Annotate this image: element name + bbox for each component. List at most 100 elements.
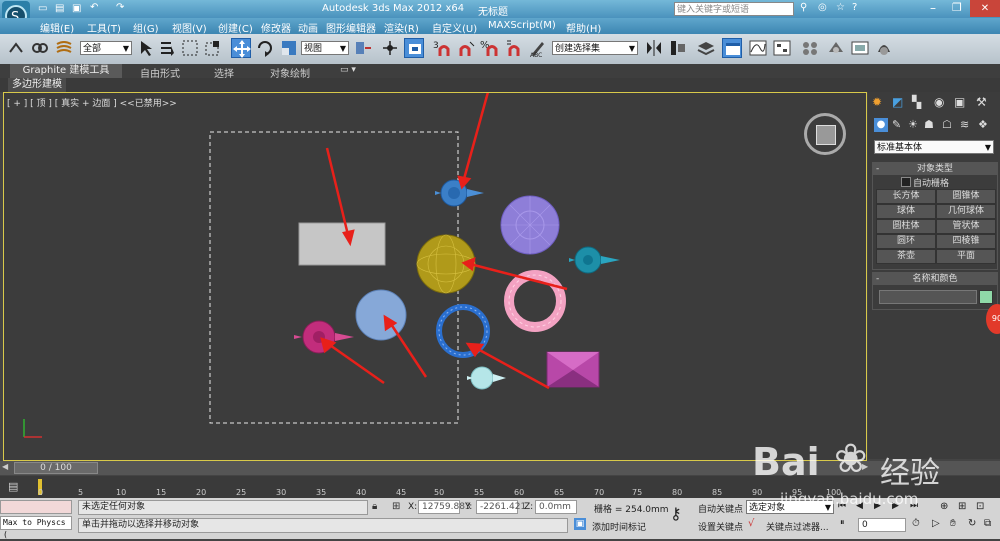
pan-view-icon[interactable]: ✋︎: [950, 518, 956, 529]
material-editor-button[interactable]: [800, 38, 820, 58]
time-tag-icon[interactable]: ▣: [574, 518, 586, 530]
cylinder-button[interactable]: 圆柱体: [876, 219, 936, 234]
percent-snap-toggle-button[interactable]: %: [480, 38, 500, 58]
menu-group[interactable]: 组(G): [133, 20, 159, 35]
add-time-tag[interactable]: 添加时间标记: [592, 520, 646, 533]
menu-create[interactable]: 创建(C): [218, 20, 253, 35]
geometry-icon[interactable]: ●: [874, 118, 888, 132]
current-frame-field[interactable]: 0: [858, 518, 906, 532]
x-coordinate-field[interactable]: 12759.883: [418, 500, 471, 514]
auto-grid-checkbox[interactable]: [901, 177, 911, 187]
helpers-icon[interactable]: ☖: [942, 118, 952, 131]
menu-animation[interactable]: 动画: [298, 20, 318, 35]
edit-named-selection-button[interactable]: ABC: [528, 38, 548, 59]
z-coordinate-field[interactable]: 0.0mm: [535, 500, 577, 514]
set-key-button[interactable]: 设置关键点: [698, 520, 743, 533]
named-selection-sets-dropdown[interactable]: 创建选择集 ▼: [552, 41, 638, 55]
maxscript-mini-listener[interactable]: Max to Physcs (: [0, 516, 72, 539]
schematic-view-button[interactable]: [772, 38, 792, 58]
search-icon[interactable]: ⚲: [800, 2, 807, 13]
geosphere-button[interactable]: 几何球体: [936, 204, 996, 219]
tube-button[interactable]: 管状体: [936, 219, 996, 234]
maxscript-mini-listener-top[interactable]: [0, 500, 72, 514]
time-config-icon[interactable]: ⏱: [912, 518, 920, 529]
select-and-scale-button[interactable]: [279, 38, 299, 58]
render-production-button[interactable]: [874, 38, 894, 58]
set-key-icon[interactable]: ⚷: [670, 504, 682, 523]
object-type-rollout-header[interactable]: - 对象类型: [873, 163, 997, 175]
plane-button[interactable]: 平面: [936, 249, 996, 264]
menu-help[interactable]: 帮助(H): [566, 20, 601, 35]
floating-badge[interactable]: 90: [986, 304, 1000, 334]
search-input[interactable]: 键入关键字或短语: [674, 2, 794, 16]
use-pivot-center-button[interactable]: [353, 38, 373, 58]
keyboard-shortcut-override-button[interactable]: [404, 38, 424, 58]
menu-edit[interactable]: 编辑(E): [40, 20, 74, 35]
select-and-manipulate-button[interactable]: [380, 38, 400, 58]
tab-graphite-modeling-tools[interactable]: Graphite 建模工具: [10, 64, 122, 78]
torus-button[interactable]: 圆环: [876, 234, 936, 249]
render-setup-button[interactable]: [826, 38, 846, 58]
favorites-icon[interactable]: ☆: [836, 2, 845, 13]
select-and-rotate-button[interactable]: [255, 38, 275, 58]
field-of-view-icon[interactable]: ▷: [932, 518, 940, 529]
menu-maxscript[interactable]: MAXScript(M): [488, 20, 556, 31]
create-tab-icon[interactable]: ✹: [872, 95, 882, 109]
time-slider-left-icon[interactable]: ◀: [2, 462, 8, 471]
rendered-frame-window-button[interactable]: [850, 38, 870, 58]
menu-modifiers[interactable]: 修改器: [261, 20, 291, 35]
key-filters-button[interactable]: 关键点过滤器...: [766, 520, 829, 533]
selection-filter-dropdown[interactable]: 全部 ▼: [80, 41, 132, 55]
help-icon[interactable]: ?: [852, 2, 857, 13]
bind-to-space-warp-button[interactable]: [54, 38, 74, 58]
mini-curve-editor-icon[interactable]: ▤: [8, 480, 18, 493]
object-color-swatch[interactable]: [979, 290, 993, 304]
auto-key-button[interactable]: 自动关键点: [698, 502, 743, 515]
quick-access-new-icon[interactable]: ▭: [38, 3, 47, 14]
hierarchy-tab-icon[interactable]: ▚: [912, 95, 921, 109]
select-and-move-button[interactable]: [231, 38, 251, 58]
spinner-snap-toggle-button[interactable]: [504, 38, 524, 58]
systems-icon[interactable]: ❖: [978, 118, 988, 131]
restore-icon[interactable]: ❐: [952, 1, 962, 14]
menu-views[interactable]: 视图(V): [172, 20, 207, 35]
minimize-icon[interactable]: –: [930, 1, 936, 15]
time-slider-handle[interactable]: 0 / 100: [14, 462, 98, 474]
top-viewport[interactable]: [ + ] [ 顶 ] [ 真实 + 边面 ] <<已禁用>>: [3, 92, 867, 461]
maximize-viewport-icon[interactable]: ⧉: [984, 518, 991, 529]
communication-icon[interactable]: ◎: [818, 2, 827, 13]
key-mode-toggle-icon[interactable]: ⏸: [840, 518, 845, 528]
menu-customize[interactable]: 自定义(U): [432, 20, 477, 35]
select-and-link-button[interactable]: [6, 38, 26, 58]
primitive-category-dropdown[interactable]: 标准基本体 ▼: [874, 140, 994, 154]
mirror-button[interactable]: [644, 38, 664, 58]
display-tab-icon[interactable]: ▣: [954, 95, 965, 109]
reference-coordinate-dropdown[interactable]: 视图 ▼: [301, 41, 349, 55]
unlink-selection-button[interactable]: [30, 38, 50, 58]
menu-graph-editors[interactable]: 图形编辑器: [326, 20, 376, 35]
box-button[interactable]: 长方体: [876, 189, 936, 204]
lights-icon[interactable]: ☀: [908, 118, 918, 131]
angle-snap-toggle-button[interactable]: [456, 38, 476, 58]
quick-access-save-icon[interactable]: ▣: [72, 3, 81, 14]
undo-icon[interactable]: ↶: [90, 2, 98, 13]
y-coordinate-field[interactable]: -2261.421: [476, 500, 526, 514]
object-name-input[interactable]: [879, 290, 977, 304]
select-object-button[interactable]: [136, 38, 156, 58]
graphite-modeling-toggle-button[interactable]: [722, 38, 742, 58]
cameras-icon[interactable]: ☗: [924, 118, 934, 131]
ribbon-options-icon[interactable]: ▭ ▾: [340, 65, 356, 75]
viewcube-face[interactable]: [816, 125, 836, 145]
quick-access-open-icon[interactable]: ▤: [55, 3, 64, 14]
curve-editor-button[interactable]: [748, 38, 768, 58]
modify-tab-icon[interactable]: ◩: [892, 95, 903, 109]
sphere-button[interactable]: 球体: [876, 204, 936, 219]
snaps-toggle-button[interactable]: 3: [432, 38, 452, 58]
name-color-rollout-header[interactable]: - 名称和颜色: [873, 273, 997, 285]
selection-lock-icon[interactable]: 🔒︎: [372, 501, 377, 512]
redo-icon[interactable]: ↷: [116, 2, 124, 13]
viewcube[interactable]: [804, 113, 846, 155]
align-button[interactable]: [668, 38, 688, 58]
polygon-modeling-panel[interactable]: 多边形建模: [8, 78, 66, 92]
shapes-icon[interactable]: ✎: [892, 118, 901, 131]
